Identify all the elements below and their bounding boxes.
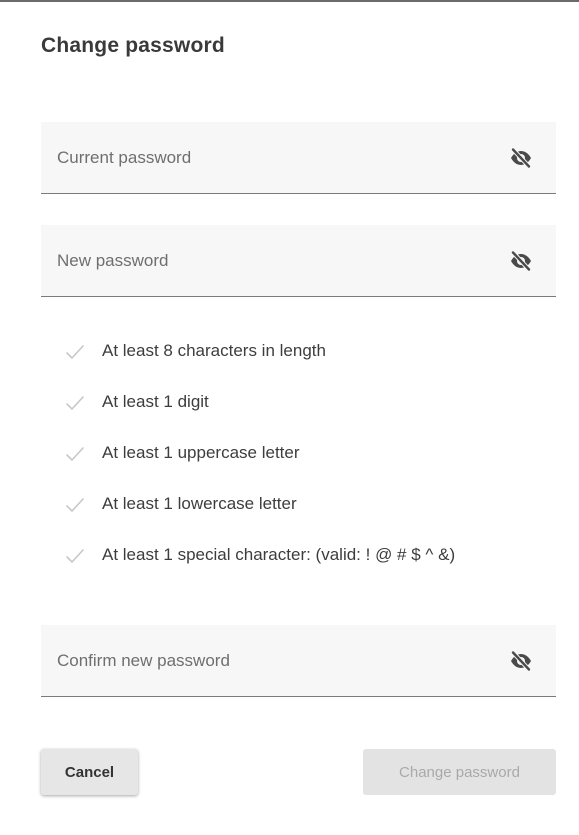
eye-slash-icon[interactable] <box>508 648 534 674</box>
check-icon <box>66 345 84 359</box>
requirement-item: At least 1 lowercase letter <box>64 493 564 544</box>
dialog-top-border <box>0 0 579 6</box>
new-password-input[interactable] <box>41 225 501 296</box>
dialog-title: Change password <box>41 34 225 57</box>
current-password-field[interactable] <box>41 122 556 194</box>
cancel-button[interactable]: Cancel <box>41 749 138 795</box>
password-requirements-list: At least 8 characters in length At least… <box>64 340 564 595</box>
requirement-label: At least 1 uppercase letter <box>102 443 300 462</box>
requirement-label: At least 1 digit <box>102 392 209 411</box>
requirement-item: At least 1 uppercase letter <box>64 442 564 493</box>
new-password-field[interactable] <box>41 225 556 297</box>
eye-slash-icon[interactable] <box>508 248 534 274</box>
check-icon <box>66 396 84 410</box>
requirement-item: At least 1 special character: (valid: ! … <box>64 544 564 595</box>
check-icon <box>66 498 84 512</box>
eye-slash-icon[interactable] <box>508 145 534 171</box>
check-icon <box>66 549 84 563</box>
requirement-label: At least 8 characters in length <box>102 341 326 360</box>
change-password-button[interactable]: Change password <box>363 749 556 795</box>
requirement-label: At least 1 lowercase letter <box>102 494 297 513</box>
confirm-password-input[interactable] <box>41 625 501 696</box>
check-icon <box>66 447 84 461</box>
change-password-dialog: Change password At least 8 characters in… <box>0 0 579 835</box>
requirement-item: At least 1 digit <box>64 391 564 442</box>
current-password-input[interactable] <box>41 122 501 193</box>
requirement-label: At least 1 special character: (valid: ! … <box>102 545 456 564</box>
requirement-item: At least 8 characters in length <box>64 340 564 391</box>
confirm-password-field[interactable] <box>41 625 556 697</box>
